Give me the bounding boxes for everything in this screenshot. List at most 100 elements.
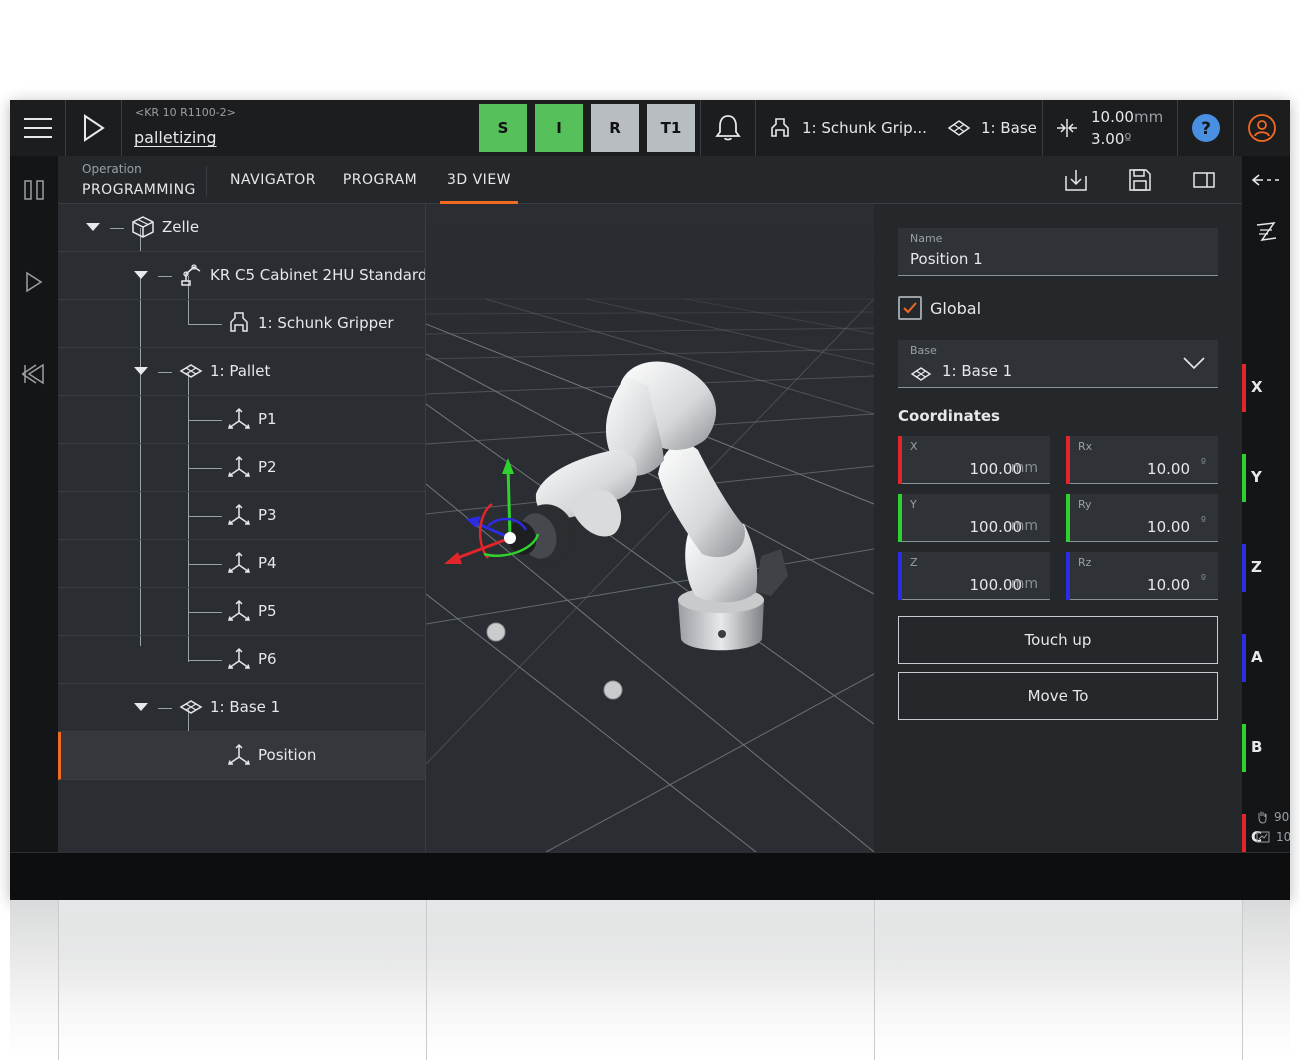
arrow-left-icon bbox=[1251, 174, 1279, 186]
reflection-panel bbox=[58, 900, 1242, 1000]
tree-item-p2[interactable]: P2 bbox=[58, 444, 425, 492]
help-button[interactable]: ? bbox=[1178, 100, 1234, 156]
hand-override[interactable]: 90 bbox=[1256, 810, 1289, 824]
touch-up-button[interactable]: Touch up bbox=[898, 616, 1218, 664]
operation-label: Operation bbox=[82, 162, 142, 176]
tree-item-position[interactable]: Position bbox=[58, 732, 425, 780]
hand-icon bbox=[1258, 811, 1267, 824]
coord-rx-field[interactable]: Rx 10.00 º bbox=[1066, 436, 1218, 484]
increment-angle: 3.00 bbox=[1091, 130, 1125, 148]
coord-ry-field[interactable]: Ry 10.00 º bbox=[1066, 494, 1218, 542]
mode-label: I bbox=[556, 119, 562, 137]
collapse-caret-icon[interactable] bbox=[134, 703, 148, 711]
robot-model[interactable] bbox=[503, 361, 788, 651]
tree-item-label: Zelle bbox=[162, 218, 200, 236]
coord-rz-field[interactable]: Rz 10.00 º bbox=[1066, 552, 1218, 600]
coord-unit: º bbox=[1200, 456, 1206, 469]
jog-axis-x[interactable]: X bbox=[1242, 364, 1290, 412]
collapse-caret-icon[interactable] bbox=[86, 223, 100, 231]
project-info[interactable]: <KR 10 R1100-2> palletizing bbox=[122, 100, 477, 156]
axis-label: X bbox=[1251, 378, 1263, 396]
tab-program[interactable]: PROGRAM bbox=[336, 156, 424, 204]
tree-item-zelle[interactable]: Zelle bbox=[58, 204, 425, 252]
notifications-button[interactable] bbox=[700, 100, 756, 156]
user-icon bbox=[1248, 114, 1276, 142]
tree-item-p3[interactable]: P3 bbox=[58, 492, 425, 540]
tree-item-pallet[interactable]: 1: Pallet bbox=[58, 348, 425, 396]
pause-button[interactable] bbox=[10, 170, 58, 210]
robot-arm-icon bbox=[181, 264, 201, 286]
collapse-caret-icon[interactable] bbox=[134, 271, 148, 279]
program-override[interactable]: 100 bbox=[1256, 830, 1290, 844]
jog-axis-z[interactable]: Z bbox=[1242, 544, 1290, 592]
mode-button-t1[interactable]: T1 bbox=[647, 104, 695, 152]
mode-button-s[interactable]: S bbox=[479, 104, 527, 152]
base-selector[interactable]: 1: Base bbox=[941, 100, 1043, 156]
increment-angle-unit: º bbox=[1124, 130, 1132, 148]
toggle-panel-button[interactable] bbox=[1190, 166, 1218, 194]
coord-value[interactable]: 10.00 bbox=[1147, 518, 1190, 536]
coord-y-field[interactable]: Y 100.00 mm bbox=[898, 494, 1050, 542]
step-back-icon bbox=[22, 363, 44, 385]
tool-selector[interactable]: 1: Schunk Grip... bbox=[756, 100, 941, 156]
tree-item-base-1[interactable]: 1: Base 1 bbox=[58, 684, 425, 732]
3d-viewport[interactable] bbox=[426, 204, 874, 852]
name-label: Name bbox=[910, 232, 943, 245]
gripper-icon bbox=[771, 118, 789, 137]
tree-connector bbox=[158, 372, 172, 373]
program-name[interactable]: palletizing bbox=[134, 128, 217, 147]
name-field[interactable]: Name Position 1 bbox=[898, 228, 1218, 276]
operation-mode[interactable]: PROGRAMMING bbox=[82, 182, 196, 198]
jog-mode-button[interactable] bbox=[1242, 212, 1290, 252]
coord-unit: mm bbox=[1010, 460, 1038, 476]
step-backward-button[interactable] bbox=[10, 354, 58, 394]
move-to-button[interactable]: Move To bbox=[898, 672, 1218, 720]
coord-value[interactable]: 10.00 bbox=[1147, 576, 1190, 594]
coord-unit: º bbox=[1200, 514, 1206, 527]
axis-color-bar bbox=[1242, 454, 1246, 502]
tree-item-gripper[interactable]: 1: Schunk Gripper bbox=[58, 300, 425, 348]
tree-item-p6[interactable]: P6 bbox=[58, 636, 425, 684]
user-button[interactable] bbox=[1234, 100, 1290, 156]
increment-selector[interactable]: 10.00mm 3.00º bbox=[1043, 100, 1178, 156]
checkmark-icon bbox=[903, 302, 917, 314]
left-rail bbox=[10, 156, 58, 852]
coord-z-field[interactable]: Z 100.00 mm bbox=[898, 552, 1050, 600]
save-button[interactable] bbox=[1126, 166, 1154, 194]
back-button[interactable] bbox=[1242, 160, 1290, 200]
bottom-bar bbox=[10, 852, 1290, 900]
mode-label: T1 bbox=[660, 119, 682, 137]
pause-icon bbox=[24, 180, 44, 200]
axis-label: Z bbox=[1251, 558, 1262, 576]
menu-button[interactable] bbox=[10, 100, 66, 156]
coord-x-field[interactable]: X 100.00 mm bbox=[898, 436, 1050, 484]
global-checkbox[interactable] bbox=[898, 296, 922, 320]
axis-label: Y bbox=[1251, 468, 1262, 486]
tab-navigator[interactable]: NAVIGATOR bbox=[222, 156, 324, 204]
run-button[interactable] bbox=[66, 100, 122, 156]
jog-axis-y[interactable]: Y bbox=[1242, 454, 1290, 502]
tree-item-cabinet[interactable]: KR C5 Cabinet 2HU Standard bbox=[58, 252, 425, 300]
help-icon: ? bbox=[1191, 114, 1220, 142]
collapse-caret-icon[interactable] bbox=[134, 367, 148, 375]
tab-3d-view[interactable]: 3D VIEW bbox=[440, 156, 518, 204]
base-frame-icon bbox=[179, 700, 203, 714]
jog-axis-a[interactable]: A bbox=[1242, 634, 1290, 682]
waypoint-markers[interactable] bbox=[486, 622, 623, 700]
axis-label: A bbox=[1251, 648, 1263, 666]
name-value[interactable]: Position 1 bbox=[910, 250, 983, 268]
coordinates-title: Coordinates bbox=[898, 407, 1000, 425]
coord-value[interactable]: 10.00 bbox=[1147, 460, 1190, 478]
base-dropdown[interactable]: Base 1: Base 1 bbox=[898, 340, 1218, 388]
svg-text:?: ? bbox=[1201, 119, 1211, 139]
step-forward-button[interactable] bbox=[10, 262, 58, 302]
import-button[interactable] bbox=[1062, 166, 1090, 194]
mode-button-r[interactable]: R bbox=[591, 104, 639, 152]
tree-item-p4[interactable]: P4 bbox=[58, 540, 425, 588]
3d-scene[interactable] bbox=[426, 204, 874, 852]
mode-button-i[interactable]: I bbox=[535, 104, 583, 152]
tree-item-p5[interactable]: P5 bbox=[58, 588, 425, 636]
jog-axis-b[interactable]: B bbox=[1242, 724, 1290, 772]
tree-item-label: 1: Base 1 bbox=[210, 698, 281, 716]
tree-item-p1[interactable]: P1 bbox=[58, 396, 425, 444]
